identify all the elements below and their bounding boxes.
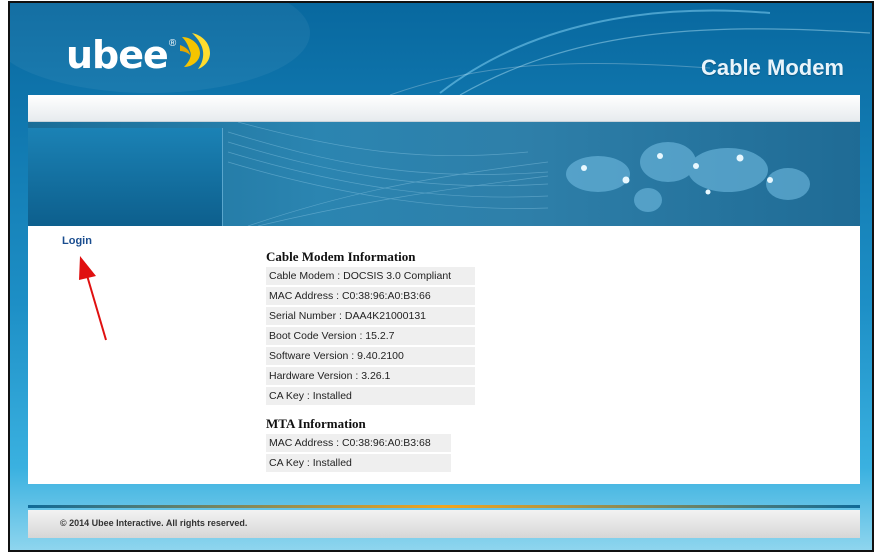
fish-icon bbox=[180, 33, 211, 69]
info-row: Software Version : 9.40.2100 bbox=[266, 347, 475, 366]
world-map-banner bbox=[28, 122, 860, 226]
info-row: MAC Address : C0:38:96:A0:B3:66 bbox=[266, 287, 475, 306]
footer: © 2014 Ubee Interactive. All rights rese… bbox=[28, 510, 860, 538]
red-arrow-annotation bbox=[79, 256, 107, 341]
mta-info-heading: MTA Information bbox=[266, 416, 366, 431]
copyright-text: © 2014 Ubee Interactive. All rights rese… bbox=[60, 518, 248, 528]
info-row: Boot Code Version : 15.2.7 bbox=[266, 327, 475, 346]
info-row: Cable Modem : DOCSIS 3.0 Compliant bbox=[266, 267, 475, 286]
mta-info-section: MTA Information MAC Address : C0:38:96:A… bbox=[266, 416, 451, 474]
cable-modem-info-heading: Cable Modem Information bbox=[266, 249, 416, 264]
info-row: Hardware Version : 3.26.1 bbox=[266, 367, 475, 386]
nav-bar bbox=[28, 95, 860, 122]
info-row: MAC Address : C0:38:96:A0:B3:68 bbox=[266, 434, 451, 453]
cable-modem-info-section: Cable Modem Information Cable Modem : DO… bbox=[266, 249, 475, 407]
mta-info-list: MAC Address : C0:38:96:A0:B3:68 CA Key :… bbox=[266, 434, 451, 473]
product-title: Cable Modem bbox=[700, 55, 844, 80]
cable-modem-info-list: Cable Modem : DOCSIS 3.0 Compliant MAC A… bbox=[266, 267, 475, 406]
browser-frame: ubee ® Cable Modem Login Cable Modem Inf… bbox=[8, 1, 874, 552]
registered-mark: ® bbox=[168, 38, 177, 49]
info-row: CA Key : Installed bbox=[266, 454, 451, 473]
footer-divider bbox=[28, 505, 860, 508]
info-row: CA Key : Installed bbox=[266, 387, 475, 406]
logo-wordmark: ubee bbox=[66, 33, 169, 77]
ubee-logo: ubee ® bbox=[66, 25, 212, 75]
login-link[interactable]: Login bbox=[62, 235, 92, 247]
info-row: Serial Number : DAA4K21000131 bbox=[266, 307, 475, 326]
main-content: Login Cable Modem Information Cable Mode… bbox=[28, 226, 860, 484]
world-map-graphic bbox=[227, 122, 810, 226]
